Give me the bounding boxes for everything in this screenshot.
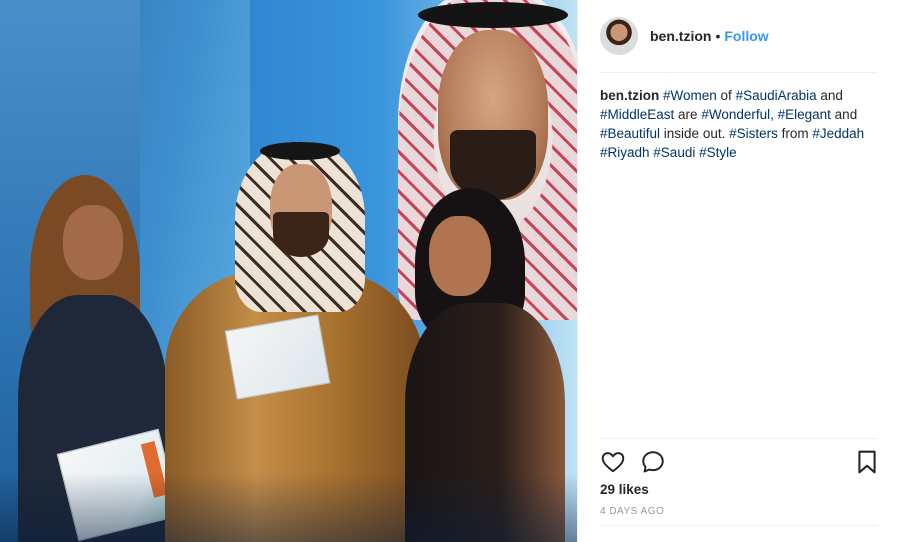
post-caption: ben.tzion #Women of #SaudiArabia and #Mi… <box>600 86 880 162</box>
hashtag-link[interactable]: #Jeddah <box>812 126 864 141</box>
hashtag-link[interactable]: #Wonderful <box>701 107 770 122</box>
caption-text-fragment: inside out. <box>660 126 730 141</box>
photo-floor-shade <box>0 472 577 542</box>
caption-text-fragment: and <box>830 107 858 122</box>
hashtag-link[interactable]: #Style <box>699 145 737 160</box>
caption-text-fragment: from <box>777 126 813 141</box>
person-center-beard <box>273 212 329 257</box>
person-left-face <box>63 205 123 280</box>
caption-username-link[interactable]: ben.tzion <box>600 88 659 103</box>
heart-icon[interactable] <box>600 449 626 475</box>
hashtag-link[interactable]: #Saudi <box>653 145 695 160</box>
caption-text-fragment: of <box>716 88 736 103</box>
username-link[interactable]: ben.tzion <box>650 28 711 44</box>
portrait-agal <box>418 2 568 28</box>
hashtag-link[interactable]: #Elegant <box>778 107 831 122</box>
divider <box>600 525 878 526</box>
caption-text-fragment: , <box>770 107 778 122</box>
post-header: ben.tzion • Follow <box>600 16 878 56</box>
person-center-agal <box>260 142 340 160</box>
divider <box>600 72 878 73</box>
person-right-face <box>429 216 491 296</box>
action-bar <box>600 449 680 475</box>
caption-text-fragment: and <box>816 88 843 103</box>
hashtag-link[interactable]: #Riyadh <box>600 145 650 160</box>
hashtag-link[interactable]: #Sisters <box>729 126 778 141</box>
header-separator: • <box>715 28 721 44</box>
follow-button[interactable]: Follow <box>724 28 768 44</box>
comment-bubble-icon[interactable] <box>640 449 666 475</box>
hashtag-link[interactable]: #MiddleEast <box>600 107 674 122</box>
hashtag-link[interactable]: #Beautiful <box>600 126 660 141</box>
instagram-post: ben.tzion • Follow ben.tzion #Women of #… <box>0 0 900 542</box>
hashtag-link[interactable]: #Women <box>663 88 717 103</box>
hashtag-link[interactable]: #SaudiArabia <box>736 88 817 103</box>
caption-text-fragment: are <box>674 107 702 122</box>
avatar[interactable] <box>600 17 638 55</box>
bookmark-icon[interactable] <box>856 449 878 475</box>
post-sidebar: ben.tzion • Follow ben.tzion #Women of #… <box>577 0 900 542</box>
post-photo[interactable] <box>0 0 577 542</box>
post-timestamp[interactable]: 4 DAYS AGO <box>600 506 664 517</box>
likes-count[interactable]: 29 likes <box>600 482 649 497</box>
divider <box>600 438 878 439</box>
